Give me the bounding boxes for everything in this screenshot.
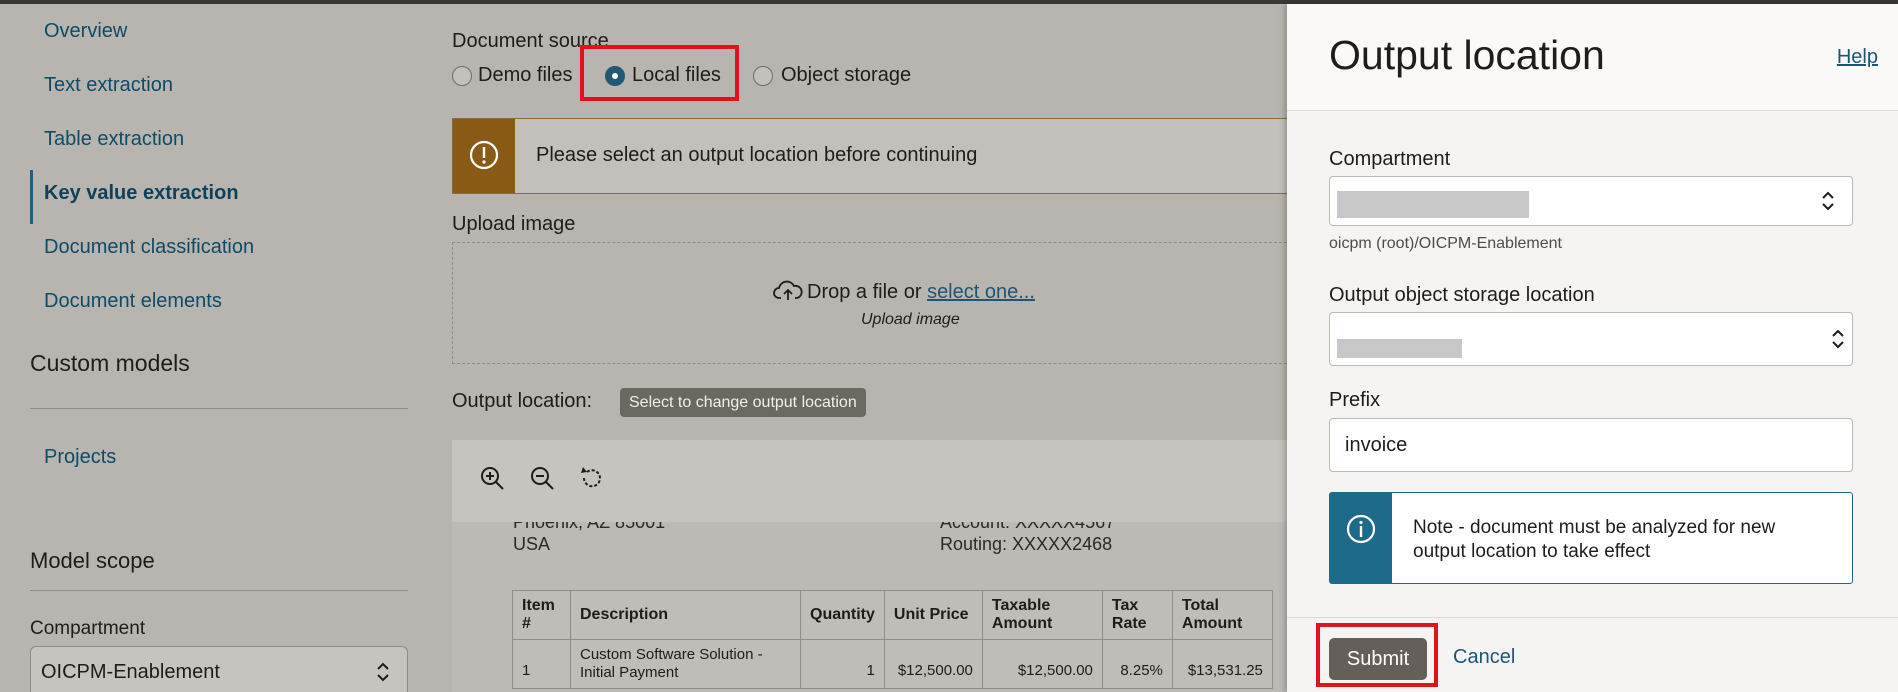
compartment-path: oicpm (root)/OICPM-Enablement: [1329, 235, 1562, 252]
radio-demo-files-label[interactable]: Demo files: [478, 64, 572, 87]
nav-item-key-value-extraction[interactable]: Key value extraction: [44, 182, 239, 205]
compartment-select-value: OICPM-Enablement: [41, 661, 220, 683]
zoom-out-icon[interactable]: [528, 464, 556, 492]
chevron-up-down-icon: [1832, 329, 1844, 349]
invoice-table: Item # Description Quantity Unit Price T…: [512, 590, 1273, 689]
table-cell: 1: [512, 639, 571, 689]
radio-object-storage-label[interactable]: Object storage: [781, 64, 911, 87]
zoom-in-icon[interactable]: [478, 464, 506, 492]
drop-line: Drop a file or select one...: [773, 279, 1035, 304]
cloud-upload-icon: [773, 280, 803, 300]
main-content: Document source Demo files Local files O…: [452, 0, 1287, 692]
dropzone-subtext: Upload image: [861, 311, 960, 328]
radio-demo-files[interactable]: [452, 66, 472, 86]
nav-item-projects[interactable]: Projects: [44, 446, 116, 469]
preview-account-line: Account: XXXXX4567: [940, 522, 1116, 532]
table-header: Item #: [512, 590, 571, 640]
prefix-input[interactable]: invoice: [1329, 418, 1853, 472]
radio-object-storage[interactable]: [753, 66, 773, 86]
nav-divider: [30, 408, 408, 409]
nav-active-indicator: [30, 170, 33, 224]
table-header: Tax Rate: [1101, 590, 1173, 640]
preview-toolbar: [452, 440, 1287, 522]
nav-item-overview[interactable]: Overview: [44, 20, 127, 43]
preview-address-line2: USA: [513, 534, 551, 554]
compartment-field-label: Compartment: [1329, 148, 1451, 170]
table-cell: Custom Software Solution - Initial Payme…: [570, 639, 801, 689]
document-preview: Phoenix, AZ 85001 USA Account: XXXXX4567…: [452, 522, 1287, 692]
reset-icon[interactable]: [578, 464, 606, 492]
chevron-up-down-icon: [377, 662, 389, 682]
info-icon-container: [1330, 493, 1392, 583]
side-navigation: Overview Text extraction Table extractio…: [0, 4, 430, 692]
chevron-up-down-icon: [1822, 191, 1834, 211]
invoice-table-header-row: Item # Description Quantity Unit Price T…: [512, 590, 1273, 640]
prefix-label: Prefix: [1329, 389, 1381, 411]
nav-item-text-extraction[interactable]: Text extraction: [44, 74, 173, 97]
model-scope-heading: Model scope: [30, 548, 155, 573]
table-header: Quantity: [800, 590, 885, 640]
info-note: Note - document must be analyzed for new…: [1329, 492, 1853, 584]
table-header: Taxable Amount: [981, 590, 1103, 640]
custom-models-heading: Custom models: [30, 350, 190, 376]
nav-item-table-extraction[interactable]: Table extraction: [44, 128, 184, 151]
output-location-tooltip: Select to change output location: [620, 388, 866, 417]
submit-highlight: [1316, 623, 1438, 687]
table-cell: 1: [800, 639, 885, 689]
storage-location-label: Output object storage location: [1329, 284, 1595, 306]
nav-item-document-elements[interactable]: Document elements: [44, 290, 222, 313]
drop-text: Drop a file or: [807, 281, 922, 303]
warning-text: Please select an output location before …: [536, 144, 978, 166]
redacted-value: [1337, 339, 1462, 358]
table-header: Unit Price: [883, 590, 983, 640]
file-dropzone[interactable]: Drop a file or select one... Upload imag…: [452, 242, 1287, 364]
output-location-label: Output location:: [452, 390, 593, 412]
drawer-footer: Submit Cancel: [1287, 617, 1898, 692]
storage-location-dropdown[interactable]: [1329, 312, 1853, 366]
compartment-dropdown[interactable]: [1329, 176, 1853, 226]
upload-image-label: Upload image: [452, 213, 576, 235]
warning-icon-container: [453, 119, 515, 193]
table-cell: $12,500.00: [981, 639, 1103, 689]
table-header: Total Amount: [1171, 590, 1273, 640]
select-file-link[interactable]: select one...: [927, 281, 1035, 303]
table-row: 1 Custom Software Solution - Initial Pay…: [512, 639, 1273, 689]
info-note-text: Note - document must be analyzed for new…: [1413, 517, 1776, 562]
drawer-header: Output location Help: [1287, 4, 1898, 111]
nav-item-document-classification[interactable]: Document classification: [44, 236, 254, 259]
info-icon: [1346, 514, 1376, 544]
redacted-value: [1337, 191, 1529, 218]
table-cell: $13,531.25: [1171, 639, 1273, 689]
preview-routing-line: Routing: XXXXX2468: [940, 534, 1113, 554]
help-link[interactable]: Help: [1837, 46, 1878, 69]
preview-address-line1: Phoenix, AZ 85001: [513, 522, 666, 532]
compartment-select[interactable]: OICPM-Enablement: [30, 646, 408, 692]
nav-divider: [30, 590, 408, 591]
local-files-highlight: [580, 45, 739, 101]
table-cell: 8.25%: [1101, 639, 1173, 689]
warning-icon: [469, 140, 499, 170]
compartment-label: Compartment: [30, 618, 146, 639]
warning-banner: Please select an output location before …: [452, 118, 1287, 194]
output-location-drawer: Output location Help Compartment oicpm (…: [1287, 4, 1898, 692]
table-header: Description: [570, 590, 801, 640]
drawer-title: Output location: [1329, 32, 1605, 78]
cancel-button[interactable]: Cancel: [1453, 646, 1515, 669]
table-cell: $12,500.00: [883, 639, 983, 689]
